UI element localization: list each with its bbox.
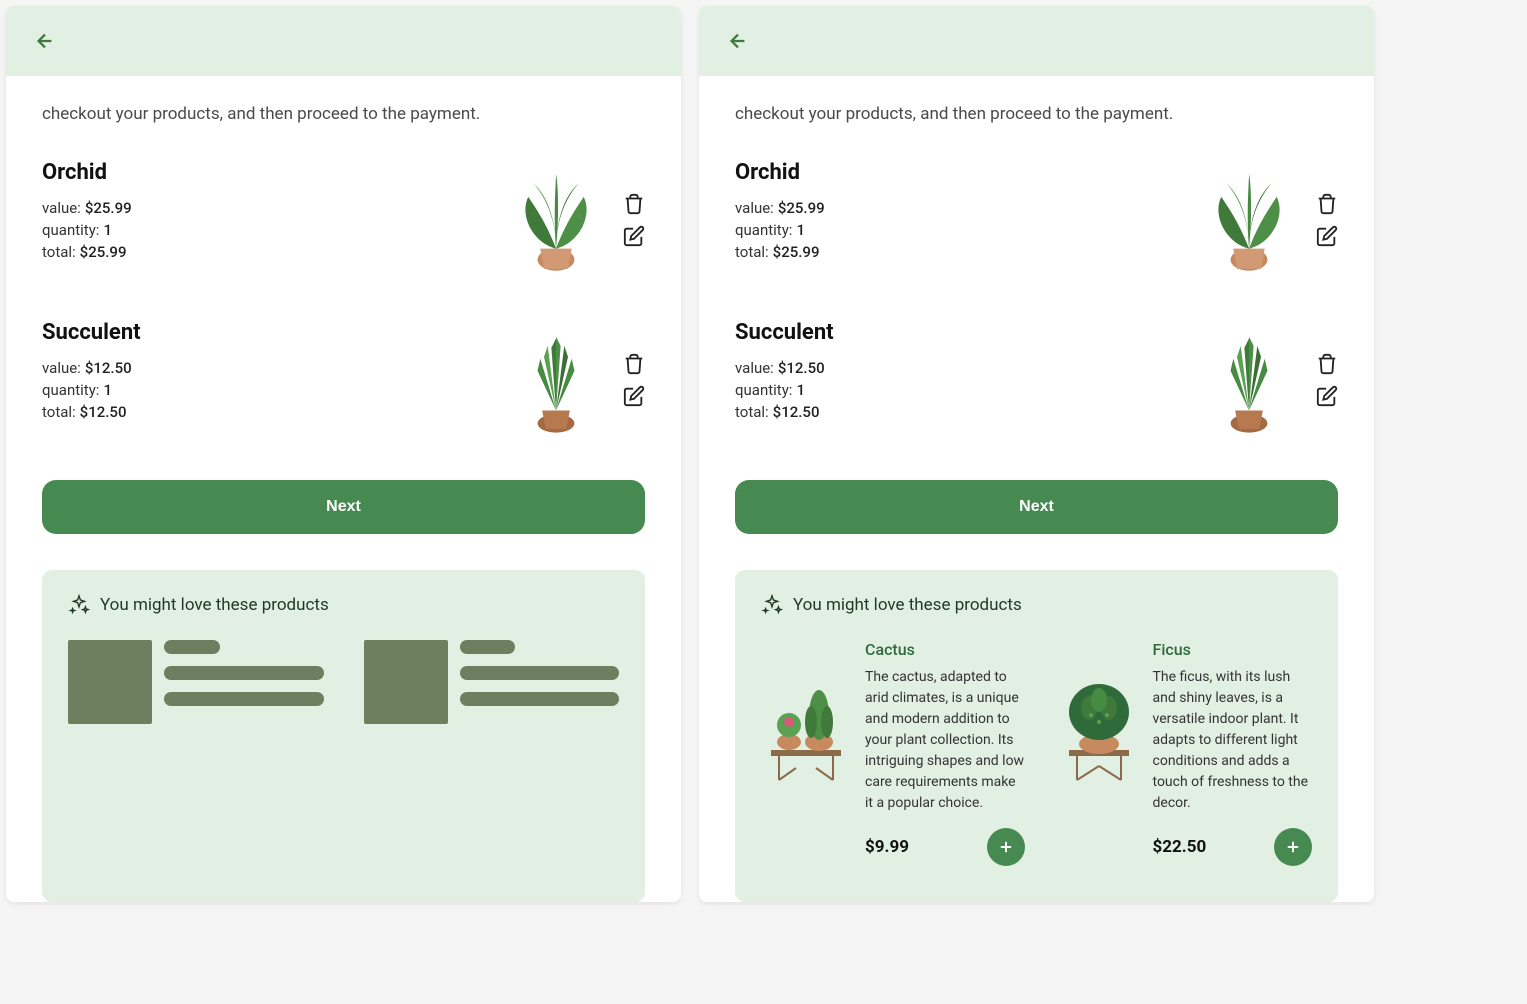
- skeleton-line: [164, 666, 324, 680]
- rec-desc: The ficus, with its lush and shiny leave…: [1153, 667, 1313, 814]
- total-label: total:: [735, 403, 769, 421]
- edit-icon[interactable]: [1316, 225, 1338, 247]
- value-label: value:: [735, 359, 774, 377]
- recs-title: You might love these products: [100, 595, 329, 615]
- checkout-subtitle: checkout your products, and then proceed…: [42, 104, 645, 124]
- qty-amount: 1: [796, 221, 805, 239]
- cart-item: Orchid value:$25.99 quantity:1 total:$25…: [735, 160, 1338, 280]
- total-amount: $25.99: [80, 243, 127, 261]
- value-label: value:: [735, 199, 774, 217]
- cart-item: Orchid value:$25.99 quantity:1 total:$25…: [42, 160, 645, 280]
- qty-amount: 1: [103, 221, 112, 239]
- qty-label: quantity:: [735, 381, 792, 399]
- delete-icon[interactable]: [1316, 193, 1338, 215]
- edit-icon[interactable]: [623, 385, 645, 407]
- skeleton-image: [364, 640, 448, 724]
- skeleton-image: [68, 640, 152, 724]
- delete-icon[interactable]: [1316, 353, 1338, 375]
- next-button[interactable]: Next: [735, 480, 1338, 534]
- add-button[interactable]: [1274, 828, 1312, 866]
- rec-name: Ficus: [1153, 640, 1313, 659]
- value-amount: $12.50: [778, 359, 825, 377]
- skeleton-card: [68, 640, 324, 724]
- skeleton-line: [460, 666, 620, 680]
- cart-item-name: Succulent: [735, 320, 834, 345]
- qty-amount: 1: [103, 381, 112, 399]
- back-arrow-icon[interactable]: [34, 30, 56, 52]
- recommendations-section: You might love these products: [42, 570, 645, 902]
- total-label: total:: [42, 243, 76, 261]
- total-amount: $12.50: [773, 403, 820, 421]
- value-label: value:: [42, 199, 81, 217]
- total-label: total:: [735, 243, 769, 261]
- qty-label: quantity:: [735, 221, 792, 239]
- total-amount: $12.50: [80, 403, 127, 421]
- add-button[interactable]: [987, 828, 1025, 866]
- recs-skeleton: [68, 640, 619, 724]
- sparkle-icon: [68, 594, 90, 616]
- recommendations-section: You might love these products Cactus The…: [735, 570, 1338, 902]
- skeleton-line: [164, 692, 324, 706]
- value-amount: $25.99: [778, 199, 825, 217]
- total-label: total:: [42, 403, 76, 421]
- sparkle-icon: [761, 594, 783, 616]
- delete-icon[interactable]: [623, 353, 645, 375]
- rec-image: [1049, 640, 1139, 790]
- checkout-panel-left: checkout your products, and then proceed…: [6, 6, 681, 902]
- rec-card: Cactus The cactus, adapted to arid clima…: [761, 640, 1025, 866]
- rec-price: $9.99: [865, 837, 909, 857]
- value-label: value:: [42, 359, 81, 377]
- edit-icon[interactable]: [623, 225, 645, 247]
- delete-icon[interactable]: [623, 193, 645, 215]
- plant-image: [501, 160, 611, 280]
- skeleton-card: [364, 640, 620, 724]
- rec-desc: The cactus, adapted to arid climates, is…: [865, 667, 1025, 814]
- plant-image: [1194, 160, 1304, 280]
- qty-label: quantity:: [42, 221, 99, 239]
- checkout-panel-right: checkout your products, and then proceed…: [699, 6, 1374, 902]
- cart-item: Succulent value:$12.50 quantity:1 total:…: [735, 320, 1338, 440]
- cart-item-name: Orchid: [42, 160, 132, 185]
- cart-item-name: Succulent: [42, 320, 141, 345]
- plant-image: [1194, 320, 1304, 440]
- skeleton-line: [460, 640, 516, 654]
- skeleton-line: [460, 692, 620, 706]
- rec-name: Cactus: [865, 640, 1025, 659]
- total-amount: $25.99: [773, 243, 820, 261]
- edit-icon[interactable]: [1316, 385, 1338, 407]
- checkout-subtitle: checkout your products, and then proceed…: [735, 104, 1338, 124]
- next-button[interactable]: Next: [42, 480, 645, 534]
- recs-title: You might love these products: [793, 595, 1022, 615]
- value-amount: $12.50: [85, 359, 132, 377]
- cart-item: Succulent value:$12.50 quantity:1 total:…: [42, 320, 645, 440]
- plant-image: [501, 320, 611, 440]
- qty-amount: 1: [796, 381, 805, 399]
- cart-item-name: Orchid: [735, 160, 825, 185]
- header-bar: [6, 6, 681, 76]
- qty-label: quantity:: [42, 381, 99, 399]
- back-arrow-icon[interactable]: [727, 30, 749, 52]
- rec-image: [761, 640, 851, 790]
- rec-card: Ficus The ficus, with its lush and shiny…: [1049, 640, 1313, 866]
- header-bar: [699, 6, 1374, 76]
- skeleton-line: [164, 640, 220, 654]
- value-amount: $25.99: [85, 199, 132, 217]
- rec-price: $22.50: [1153, 837, 1207, 857]
